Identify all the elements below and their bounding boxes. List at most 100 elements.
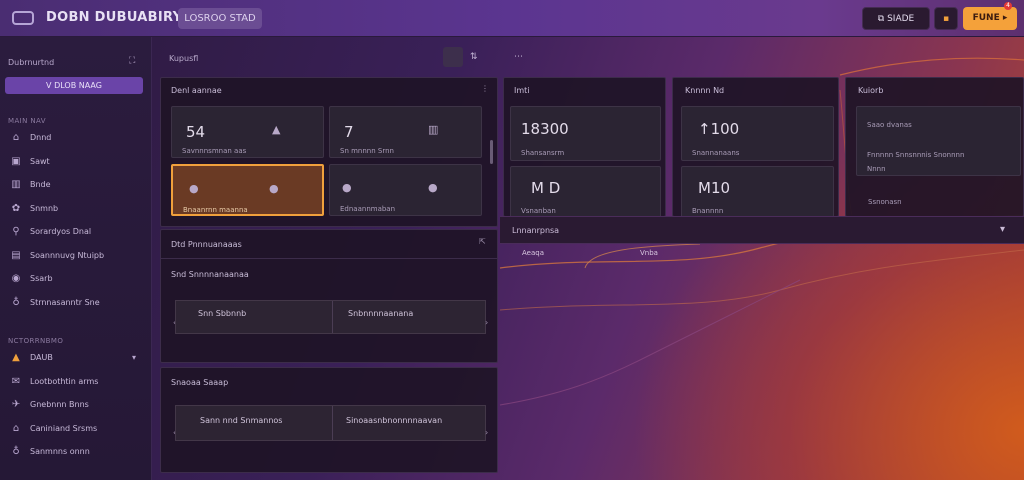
chevron-right-icon[interactable]: › bbox=[485, 318, 488, 327]
kpi-card-active[interactable]: ● ● Bnaanrnn maanna bbox=[171, 164, 324, 216]
grid-icon: ▥ bbox=[428, 123, 439, 136]
kpi-value: 54 bbox=[186, 123, 206, 141]
section-panel: Dtd Pnnnuanaaas ⇱ Snd Snnnnanaanaa ‹ Snn… bbox=[160, 229, 498, 363]
section-title: Snaoaa Saaap bbox=[171, 378, 229, 387]
sidebar-item[interactable]: ◉ Ssarb bbox=[0, 272, 150, 288]
sidebar-item-icon: ▥ bbox=[11, 179, 21, 190]
scrollbar[interactable] bbox=[490, 140, 493, 164]
expand-icon[interactable]: ⛶ bbox=[129, 56, 135, 66]
sidebar-item-icon: ✿ bbox=[11, 202, 21, 214]
metric-panel: Knnnn Nd ↑100 Snannanaans M10 Bnannnn bbox=[672, 77, 839, 218]
kpi-label: Ednaannmaban bbox=[340, 205, 396, 213]
deploy-button[interactable]: FUNE ▸ bbox=[963, 7, 1017, 30]
sub-table-cell[interactable]: Sinoaasnbnonnnnaavan bbox=[346, 416, 442, 425]
metric-card[interactable]: ↑100 Snannanaans bbox=[681, 106, 834, 161]
sidebar-item[interactable]: ▣ Sawt bbox=[0, 155, 150, 171]
section-title: Dtd Pnnnuanaaas bbox=[171, 240, 242, 249]
kpi-card[interactable]: 7 ▥ Sn mnnnn Srnn bbox=[329, 106, 482, 158]
sidebar-section-secondary: NCTORRNBMO bbox=[8, 337, 64, 345]
sidebar-item-label: Soannnuvg Ntuipb bbox=[30, 250, 105, 260]
sidebar-item-icon: ✈ bbox=[11, 399, 21, 410]
sidebar-item[interactable]: ✉ Lootbothtin arms bbox=[0, 375, 150, 391]
metric-value: M10 bbox=[698, 179, 731, 197]
sidebar-item-icon: ⚲ bbox=[12, 226, 20, 237]
sidebar-item-label: Strnnasanntr Sne bbox=[30, 297, 100, 307]
share-icon: ⧉ bbox=[877, 14, 888, 24]
kpi-panel-title: Denl aannae bbox=[171, 86, 222, 95]
sidebar-item[interactable]: ♁ Strnnasanntr Sne bbox=[0, 296, 150, 312]
alert-icon: ▲ bbox=[272, 123, 281, 136]
dot-icon: ● bbox=[342, 181, 352, 194]
sidebar-item[interactable]: ✿ Snmnb bbox=[0, 202, 150, 218]
info-line: Fnnnnn Snnsnnnis Snonnnn bbox=[867, 151, 965, 159]
metric-panel-title: Imti bbox=[514, 86, 530, 95]
sidebar-item-label: Dnnd bbox=[30, 133, 52, 142]
external-link-icon[interactable]: ⇱ bbox=[479, 237, 486, 246]
metric-card[interactable]: M10 Bnannnn bbox=[681, 166, 834, 218]
metric-label: Shansansrm bbox=[521, 149, 565, 157]
metric-card[interactable]: M D Vsnanban bbox=[510, 166, 661, 218]
sub-table-cell[interactable]: Snbnnnnaanana bbox=[348, 309, 413, 318]
environment-selector[interactable]: LOSROO STAD bbox=[178, 8, 262, 29]
metric-card[interactable]: 18300 Shansansrm bbox=[510, 106, 661, 161]
divider bbox=[332, 301, 333, 333]
bell-icon: ▪ bbox=[942, 14, 950, 24]
sidebar-item-icon: ⌂ bbox=[12, 132, 20, 143]
kpi-panel: Denl aannae ⋮ 54 ▲ Savnnnsmnan aas 7 ▥ S… bbox=[160, 77, 498, 227]
metric-panel-title: Knnnn Nd bbox=[685, 86, 725, 95]
layer-dropdown[interactable]: Lnnanrpnsa ▾ bbox=[500, 216, 1024, 244]
sidebar-new-button[interactable]: V DLOB NAAG bbox=[5, 77, 143, 94]
divider bbox=[332, 406, 333, 440]
sidebar-item-label: Lootbothtin arms bbox=[30, 376, 99, 386]
metric-value: 18300 bbox=[521, 120, 569, 138]
notifications-button[interactable]: ▪ bbox=[934, 7, 958, 30]
dot-icon: ● bbox=[428, 181, 438, 194]
kpi-card[interactable]: 54 ▲ Savnnnsmnan aas bbox=[171, 106, 324, 158]
sidebar: Dubrnurtnd ⛶ V DLOB NAAG MAIN NAV ⌂ Dnnd ▣… bbox=[0, 37, 152, 480]
sidebar-item-icon: ▣ bbox=[11, 155, 21, 167]
sub-table-cell[interactable]: Snn Sbbnnb bbox=[198, 309, 246, 318]
sub-table: Sann nnd Snmannos Sinoaasnbnonnnnaavan bbox=[175, 405, 486, 441]
chevron-down-icon[interactable]: ▾ bbox=[132, 353, 136, 362]
metric-label: Snannanaans bbox=[692, 149, 740, 157]
section-panel: Snaoaa Saaap ‹ Sann nnd Snmannos Sinoaas… bbox=[160, 367, 498, 473]
sidebar-item[interactable]: ⌂ Caniniand Srsms bbox=[0, 422, 150, 438]
dot-icon: ● bbox=[189, 182, 199, 195]
metric-label: Vsnanban bbox=[521, 207, 556, 215]
sidebar-item-label: Ssarb bbox=[30, 274, 53, 283]
notification-badge: 4 bbox=[1004, 2, 1012, 10]
sidebar-item[interactable]: ✈ Gnebnnn Bnns bbox=[0, 398, 150, 414]
kpi-label: Savnnnsmnan aas bbox=[182, 147, 247, 155]
sort-icon[interactable]: ⇅ bbox=[470, 52, 478, 62]
dot-icon: ● bbox=[269, 182, 279, 195]
sidebar-item[interactable]: ⌂ Dnnd bbox=[0, 131, 150, 147]
breadcrumb[interactable]: Kupusfl bbox=[169, 54, 198, 63]
kpi-label: Sn mnnnn Srnn bbox=[340, 147, 394, 155]
info-card[interactable]: Saao dvanas Fnnnnn Snnsnnnis Snonnnn Nnn… bbox=[856, 106, 1021, 176]
metric-panel: Imti 18300 Shansansrm M D Vsnanban bbox=[503, 77, 666, 218]
chevron-down-icon: ▾ bbox=[1000, 224, 1006, 235]
sidebar-item[interactable]: ⚲ Sorardyos Dnal bbox=[0, 225, 150, 241]
sidebar-item[interactable]: ▲ DAUB ▾ bbox=[0, 351, 150, 367]
sidebar-item-icon: ⌂ bbox=[12, 422, 20, 434]
share-button[interactable]: ⧉ SIADE bbox=[862, 7, 930, 30]
sidebar-item-label: Sorardyos Dnal bbox=[30, 227, 92, 236]
sidebar-item[interactable]: ▤ Soannnuvg Ntuipb bbox=[0, 249, 150, 265]
sub-table-cell[interactable]: Sann nnd Snmannos bbox=[200, 416, 282, 425]
sidebar-item[interactable]: ♁ Sanmnns onnn bbox=[0, 445, 150, 461]
chevron-right-icon[interactable]: › bbox=[485, 428, 488, 437]
view-toggle-button[interactable] bbox=[443, 47, 463, 67]
sidebar-item-label: Sanmnns onnn bbox=[30, 447, 90, 456]
info-line: Nnnn bbox=[867, 165, 886, 173]
metric-value: ↑100 bbox=[698, 120, 740, 138]
sidebar-section-main: MAIN NAV bbox=[8, 117, 46, 125]
kpi-card[interactable]: ● ● Ednaannmaban bbox=[329, 164, 482, 216]
sidebar-item-icon: ▤ bbox=[11, 249, 21, 261]
logo-icon bbox=[12, 11, 34, 25]
panel-menu-icon[interactable]: ⋮ bbox=[481, 84, 489, 93]
more-icon[interactable]: ⋯ bbox=[514, 52, 523, 62]
map-label: Vnba bbox=[640, 249, 658, 257]
dropdown-label: Lnnanrpnsa bbox=[512, 226, 560, 235]
info-line: Ssnonasn bbox=[868, 198, 902, 206]
sidebar-item[interactable]: ▥ Bnde bbox=[0, 178, 150, 194]
